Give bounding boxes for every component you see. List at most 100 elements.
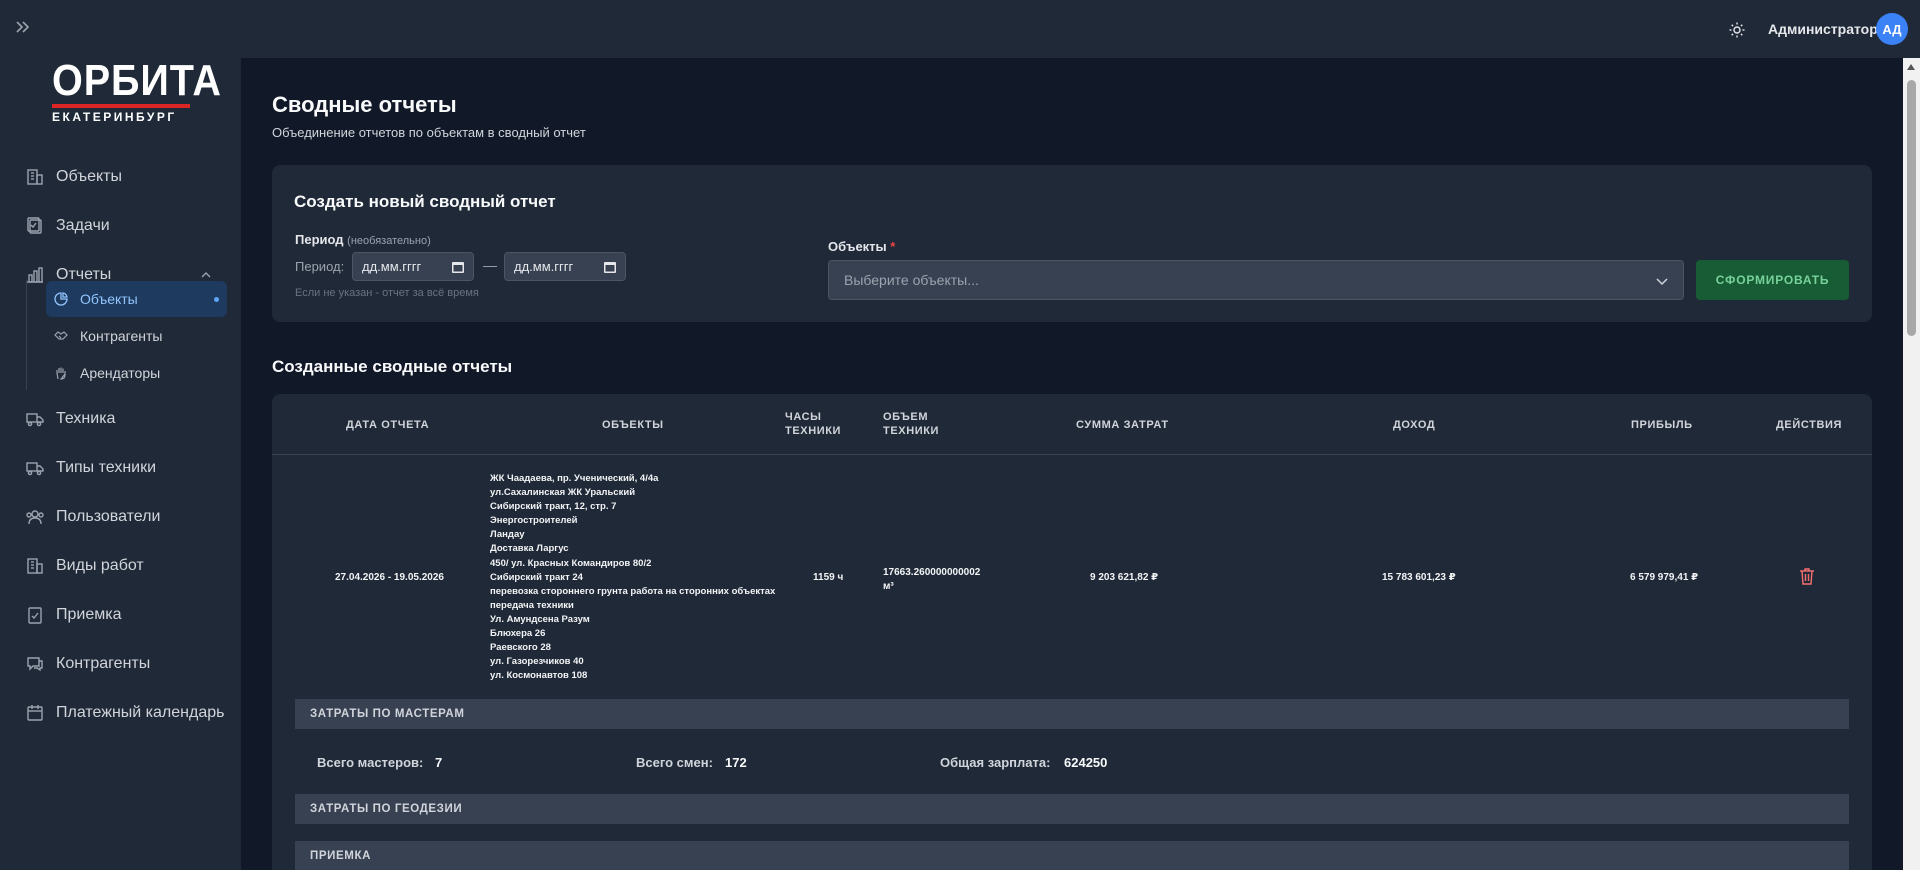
total-shifts-label: Всего смен: xyxy=(636,755,713,770)
objects-label: Объекты * xyxy=(828,239,895,254)
calendar-icon[interactable] xyxy=(604,261,616,273)
total-masters-value: 7 xyxy=(435,755,443,770)
sidebar-item-label: Контрагенты xyxy=(56,655,151,672)
scroll-up-arrow-icon[interactable] xyxy=(1907,64,1915,70)
row-object: Энергостроителей xyxy=(490,515,578,527)
row-profit: 6 579 979,41 ₽ xyxy=(1630,572,1699,583)
row-object: Сибирский тракт 24 xyxy=(490,571,583,583)
date-to-placeholder: дд.мм.гггг xyxy=(514,259,574,274)
acceptance-section[interactable]: ПРИЕМКА xyxy=(295,841,1849,870)
period-prefix: Период: xyxy=(295,259,345,274)
sidebar-item-label: Объекты xyxy=(56,168,122,185)
sidebar-item-equipment-types[interactable]: Типы техники xyxy=(0,448,241,488)
truck-icon xyxy=(26,413,44,427)
create-report-title: Создать новый сводный отчет xyxy=(294,192,556,211)
objects-select[interactable]: Выберите объекты... xyxy=(828,260,1684,300)
row-object: Сибирский тракт, 12, стр. 7 xyxy=(490,501,617,513)
calendar-icon[interactable] xyxy=(452,261,464,273)
active-dot xyxy=(214,297,219,302)
total-shifts-value: 172 xyxy=(725,755,747,770)
header-hours-line2: техники xyxy=(785,425,842,437)
period-label-text: Период xyxy=(295,232,344,247)
header-date: Дата отчета xyxy=(346,419,430,431)
truck-icon xyxy=(26,462,44,476)
sidebar-item-counterparties[interactable]: Контрагенты xyxy=(0,644,241,684)
scroll-thumb[interactable] xyxy=(1907,80,1916,336)
clipboard-check-icon xyxy=(28,607,42,624)
sidebar-item-label: Типы техники xyxy=(56,459,157,476)
sidebar-item-tasks[interactable]: Задачи xyxy=(0,206,241,246)
scrollbar[interactable] xyxy=(1903,58,1920,870)
date-from-placeholder: дд.мм.гггг xyxy=(362,259,422,274)
row-object: 450/ ул. Красных Командиров 80/2 xyxy=(490,557,652,569)
row-object: Доставка Ларгус xyxy=(490,543,569,555)
trash-icon[interactable] xyxy=(1799,567,1815,585)
header-volume-line1: Объем xyxy=(883,411,929,423)
row-object: ул. Космонавтов 108 xyxy=(490,670,588,682)
sidebar-item-label: Приемка xyxy=(56,606,122,623)
pie-chart-icon xyxy=(54,292,68,306)
header-hours: Часы техники xyxy=(785,410,841,438)
row-object: Ул. Амундсена Разум xyxy=(490,613,590,625)
page-subtitle: Объединение отчетов по объектам в сводны… xyxy=(272,125,586,140)
row-object: Блюхера 26 xyxy=(490,628,546,640)
period-optional-text: (необязательно) xyxy=(347,235,431,247)
geodesy-costs-section[interactable]: ЗАТРАТЫ ПО ГЕОДЕЗИИ xyxy=(295,794,1849,824)
sidebar-item-label: Пользователи xyxy=(56,508,161,525)
date-from-input[interactable]: дд.мм.гггг xyxy=(352,252,474,281)
sidebar-subitem-contractors[interactable]: Контрагенты xyxy=(46,318,227,354)
sidebar-item-users[interactable]: Пользователи xyxy=(0,497,241,537)
header-volume-line2: техники xyxy=(883,425,940,437)
submenu-line xyxy=(26,280,27,390)
sidebar-item-acceptance[interactable]: Приемка xyxy=(0,595,241,635)
date-range-dash: — xyxy=(483,257,497,273)
sidebar-item-label: Виды работ xyxy=(56,557,144,574)
sidebar-item-objects[interactable]: Объекты xyxy=(0,157,241,197)
building-icon xyxy=(27,558,43,574)
row-object: Ландау xyxy=(490,529,525,541)
date-to-input[interactable]: дд.мм.гггг xyxy=(504,252,626,281)
row-volume: 17663.260000000002 м³ xyxy=(883,566,980,594)
sidebar-subitem-label: Арендаторы xyxy=(80,365,161,381)
sidebar: ОРБИТА ЕКАТЕРИНБУРГ Объекты Задачи Отчет… xyxy=(0,58,241,870)
header-profit: Прибыль xyxy=(1631,419,1693,431)
header-costs: Сумма затрат xyxy=(1076,419,1169,431)
row-hours: 1159 ч xyxy=(813,572,844,583)
row-income: 15 783 601,23 ₽ xyxy=(1382,572,1456,583)
row-volume-value: 17663.260000000002 xyxy=(883,567,981,578)
sidebar-item-work-types[interactable]: Виды работ xyxy=(0,546,241,586)
row-object: ул. Газорезчиков 40 xyxy=(490,656,584,668)
row-objects-list: ЖК Чаадаева, пр. Ученический, 4/4а ул.Са… xyxy=(490,472,780,683)
period-label: Период (необязательно) xyxy=(295,232,431,247)
row-volume-unit: м³ xyxy=(883,581,894,592)
sidebar-item-equipment[interactable]: Техника xyxy=(0,399,241,439)
total-masters-label: Всего мастеров: xyxy=(317,755,424,770)
sidebar-subitem-label: Контрагенты xyxy=(80,328,163,344)
sidebar-subitem-tenants[interactable]: Арендаторы xyxy=(46,355,227,391)
objects-label-text: Объекты xyxy=(828,239,887,254)
chevron-up-icon[interactable] xyxy=(200,269,212,281)
hand-icon xyxy=(56,367,66,380)
chevron-down-icon xyxy=(1656,278,1668,286)
sidebar-subitem-objects[interactable]: Объекты xyxy=(46,281,227,317)
header-income: Доход xyxy=(1393,419,1436,431)
users-icon xyxy=(26,510,44,525)
header-volume: Объем техники xyxy=(883,410,939,438)
page-title: Сводные отчеты xyxy=(272,92,457,117)
header-actions: Действия xyxy=(1776,419,1843,431)
sun-icon[interactable] xyxy=(1726,19,1748,41)
sidebar-item-label: Техника xyxy=(56,410,116,427)
logo: ОРБИТА ЕКАТЕРИНБУРГ xyxy=(52,59,221,126)
masters-costs-section[interactable]: ЗАТРАТЫ ПО МАСТЕРАМ xyxy=(295,699,1849,729)
handshake-icon xyxy=(54,331,68,340)
avatar[interactable]: АД xyxy=(1876,13,1908,45)
expand-sidebar-icon[interactable] xyxy=(14,18,36,40)
sidebar-item-label: Задачи xyxy=(56,217,110,234)
logo-sub-text: ЕКАТЕРИНБУРГ xyxy=(52,110,177,124)
generate-report-button[interactable]: СФОРМИРОВАТЬ xyxy=(1696,260,1849,300)
sidebar-subitem-label: Объекты xyxy=(80,291,138,307)
required-marker: * xyxy=(890,239,896,254)
row-object: Раевского 28 xyxy=(490,642,551,654)
user-name[interactable]: Администратор xyxy=(1768,21,1878,37)
sidebar-item-payment-calendar[interactable]: Платежный календарь xyxy=(0,693,241,733)
